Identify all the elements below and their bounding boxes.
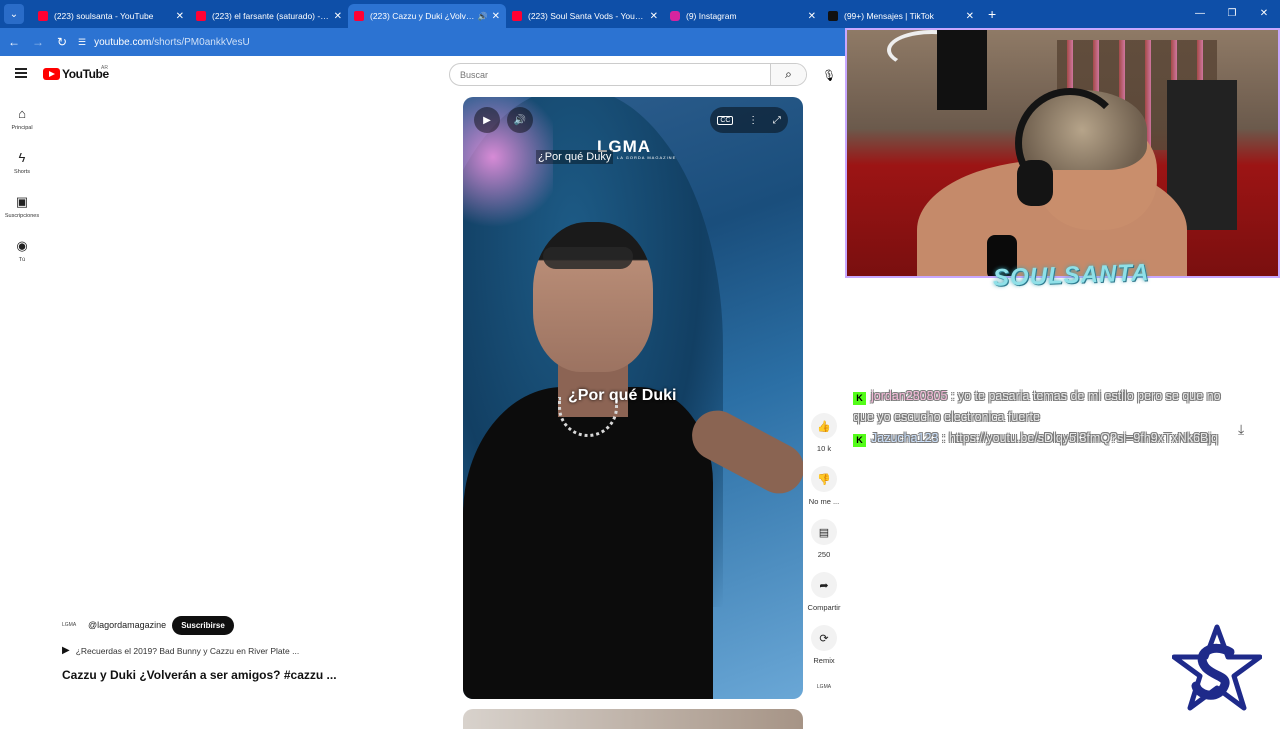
kick-badge-icon: K xyxy=(853,392,866,405)
forward-icon[interactable]: → xyxy=(26,35,50,49)
chat-username: Jazucha123 xyxy=(871,431,939,445)
reload-icon[interactable]: ↻ xyxy=(50,35,74,49)
speaker-icon[interactable]: 🔊 xyxy=(478,12,488,21)
remix-button[interactable]: ⟳ Remix xyxy=(805,625,843,678)
chat-text: : https://youtu.be/sDlqy5I3fmQ?si=9fh9xT… xyxy=(941,431,1219,445)
subscribe-button[interactable]: Suscribirse xyxy=(172,615,234,635)
shorts-icon: ϟ xyxy=(18,149,26,165)
youtube-logo[interactable]: YouTube AR xyxy=(43,65,109,81)
chat-text: : yo te pasaria temas de mi estilo pero … xyxy=(950,389,1221,403)
short-description[interactable]: ¿Recuerdas el 2019? Bad Bunny y Cazzu en… xyxy=(76,646,299,656)
youtube-icon xyxy=(38,11,48,21)
channel-thumbnail[interactable]: LGMA xyxy=(813,681,835,693)
remix-icon: ⟳ xyxy=(811,625,837,651)
dislike-button[interactable]: 👎 No me ... xyxy=(805,466,843,519)
close-tab-icon[interactable]: ✕ xyxy=(334,11,342,22)
star-logo-icon xyxy=(1172,624,1262,711)
browser-tab[interactable]: (9) Instagram ✕ xyxy=(664,4,822,28)
browser-tab-strip: ⌄ (223) soulsanta - YouTube ✕ (223) el f… xyxy=(0,0,1280,28)
next-short-preview[interactable] xyxy=(463,709,803,729)
video-subject-head xyxy=(533,222,653,372)
play-button[interactable]: ▶ xyxy=(474,107,500,133)
more-options-icon[interactable]: ⋮ xyxy=(748,115,758,126)
guide-item-subscriptions[interactable]: ▣ Suscripciones xyxy=(0,184,44,228)
close-tab-icon[interactable]: ✕ xyxy=(650,11,658,22)
download-icon[interactable]: ⤓ xyxy=(1238,421,1244,438)
dislike-icon: 👎 xyxy=(811,466,837,492)
browser-tab-active[interactable]: (223) Cazzu y Duki ¿Volverán a ser amigo… xyxy=(348,4,506,28)
home-icon: ⌂ xyxy=(18,105,26,121)
chat-message: K Jazucha123 : https://youtu.be/sDlqy5I3f… xyxy=(853,428,1280,449)
youtube-icon xyxy=(196,11,206,21)
video-caption-top: ¿Por qué Duky xyxy=(536,150,614,164)
search-icon[interactable]: ⌕ xyxy=(770,64,806,85)
kick-badge-icon: K xyxy=(853,434,866,447)
close-tab-icon[interactable]: ✕ xyxy=(176,11,184,22)
streamer-name-logo: SOULSANTA xyxy=(992,259,1150,292)
short-title[interactable]: Cazzu y Duki ¿Volverán a ser amigos? #ca… xyxy=(62,668,337,682)
like-icon: 👍 xyxy=(811,413,837,439)
short-metadata: LGMA @lagordamagazine Suscribirse ▶ ¿Rec… xyxy=(62,614,337,682)
youtube-play-icon xyxy=(43,68,60,80)
video-caption-main: ¿Por qué Duki xyxy=(568,387,677,404)
search-input[interactable] xyxy=(450,69,770,80)
captions-icon[interactable]: CC xyxy=(717,115,734,125)
youtube-masthead: YouTube AR ⌕ 🎙 xyxy=(0,56,845,92)
site-info-icon[interactable]: ☰ xyxy=(78,37,86,48)
browser-tab[interactable]: (223) el farsante (saturado) - YouTube ✕ xyxy=(190,4,348,28)
player-controls-right: CC ⋮ ⤢ xyxy=(710,107,788,133)
window-controls: — ❐ ✕ xyxy=(1184,0,1280,28)
chat-message: Kjordan280805 : yo te pasaria temas de m… xyxy=(853,386,1280,407)
chat-username: jordan280805 xyxy=(871,389,948,403)
restore-icon[interactable]: ❐ xyxy=(1216,0,1248,28)
chat-overlay: Kjordan280805 : yo te pasaria temas de m… xyxy=(853,386,1280,449)
short-actions: 👍 10 k 👎 No me ... ▤ 250 ➦ Compartir ⟳ R… xyxy=(805,413,843,678)
browser-tab[interactable]: (223) soulsanta - YouTube ✕ xyxy=(32,4,190,28)
guide-item-home[interactable]: ⌂ Principal xyxy=(0,96,44,140)
volume-button[interactable]: 🔊 xyxy=(507,107,533,133)
share-icon: ➦ xyxy=(811,572,837,598)
guide-item-shorts[interactable]: ϟ Shorts xyxy=(0,140,44,184)
avatar[interactable]: LGMA xyxy=(62,622,82,628)
subscriptions-icon: ▣ xyxy=(15,193,29,209)
share-button[interactable]: ➦ Compartir xyxy=(805,572,843,625)
menu-icon[interactable] xyxy=(15,68,27,78)
microphone-icon[interactable]: 🎙 xyxy=(818,64,840,86)
close-tab-icon[interactable]: ✕ xyxy=(966,11,974,22)
like-button[interactable]: 👍 10 k xyxy=(805,413,843,466)
browser-tab[interactable]: (223) Soul Santa Vods - YouTube ✕ xyxy=(506,4,664,28)
comment-button[interactable]: ▤ 250 xyxy=(805,519,843,572)
youtube-icon xyxy=(354,11,364,21)
instagram-icon xyxy=(670,11,680,21)
url-field[interactable]: ☰ youtube.com/shorts/PM0ankkVesU xyxy=(78,37,250,48)
fullscreen-icon[interactable]: ⤢ xyxy=(773,115,781,126)
youtube-icon xyxy=(512,11,522,21)
tab-search-icon[interactable]: ⌄ xyxy=(4,4,24,24)
close-window-icon[interactable]: ✕ xyxy=(1248,0,1280,28)
play-icon[interactable]: ▶ xyxy=(62,645,70,656)
search-box: ⌕ xyxy=(449,63,807,86)
close-tab-icon[interactable]: ✕ xyxy=(808,11,816,22)
comment-icon: ▤ xyxy=(811,519,837,545)
channel-name[interactable]: @lagordamagazine xyxy=(88,620,166,630)
webcam-overlay xyxy=(845,28,1280,278)
you-icon: ◉ xyxy=(16,237,28,253)
chat-message-continuation: que yo escucho electronica fuerte xyxy=(853,410,1040,424)
close-tab-icon[interactable]: ✕ xyxy=(492,11,500,22)
mini-guide: ⌂ Principal ϟ Shorts ▣ Suscripciones ◉ T… xyxy=(0,96,44,272)
new-tab-button[interactable]: + xyxy=(988,6,996,22)
browser-tab[interactable]: (99+) Mensajes | TikTok ✕ xyxy=(822,4,980,28)
short-video-player[interactable]: LGMA LA GORDA MAGAZINE ¿Por qué Duky ¿Po… xyxy=(463,97,803,699)
minimize-icon[interactable]: — xyxy=(1184,0,1216,28)
tiktok-icon xyxy=(828,11,838,21)
back-icon[interactable]: ← xyxy=(2,35,26,49)
guide-item-you[interactable]: ◉ Tú xyxy=(0,228,44,272)
